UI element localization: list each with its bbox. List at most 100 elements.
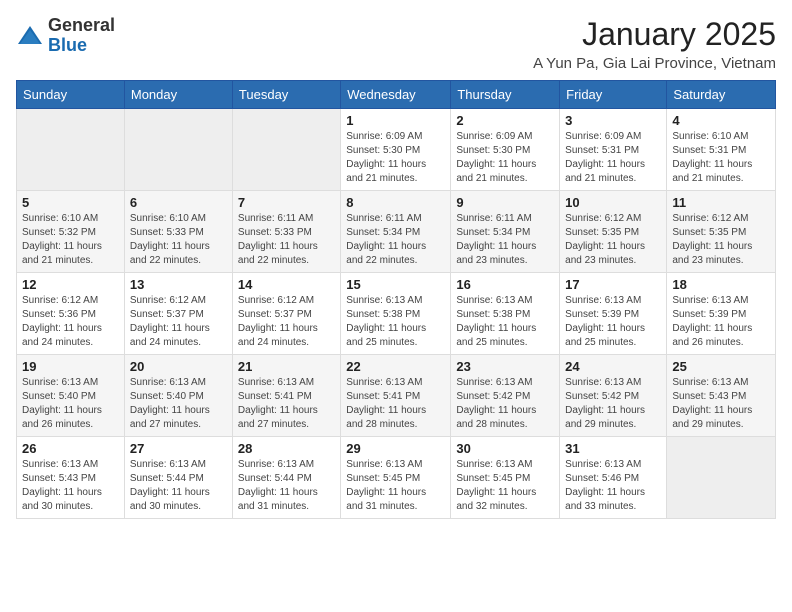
calendar-cell: 28 Sunrise: 6:13 AM Sunset: 5:44 PM Dayli… [232,437,340,519]
calendar-cell: 15 Sunrise: 6:13 AM Sunset: 5:38 PM Dayli… [341,273,451,355]
calendar-cell: 17Sunrise: 6:13 AM Sunset: 5:39 PM Dayli… [560,273,667,355]
logo: General Blue [16,16,115,56]
calendar-cell: 9Sunrise: 6:11 AM Sunset: 5:34 PM Daylig… [451,191,560,273]
day-number: 30 [456,441,554,456]
calendar-cell: 13 Sunrise: 6:12 AM Sunset: 5:37 PM Dayli… [124,273,232,355]
calendar-cell: 7Sunrise: 6:11 AM Sunset: 5:33 PM Daylig… [232,191,340,273]
calendar-cell: 25Sunrise: 6:13 AM Sunset: 5:43 PM Dayli… [667,355,776,437]
calendar-cell: 24Sunrise: 6:13 AM Sunset: 5:42 PM Dayli… [560,355,667,437]
weekday-header-friday: Friday [560,81,667,109]
day-info: Sunrise: 6:13 AM Sunset: 5:39 PM Dayligh… [565,294,661,350]
calendar-cell: 3 Sunrise: 6:09 AM Sunset: 5:31 PM Daylig… [560,109,667,191]
calendar-cell: 30 Sunrise: 6:13 AM Sunset: 5:45 PM Dayli… [451,437,560,519]
calendar-cell: 5 Sunrise: 6:10 AM Sunset: 5:32 PM Daylig… [17,191,125,273]
day-info: Sunrise: 6:13 AM Sunset: 5:41 PM Dayligh… [346,376,445,432]
day-number: 14 [238,277,335,292]
weekday-header-wednesday: Wednesday [341,81,451,109]
day-info: Sunrise: 6:13 AM Sunset: 5:45 PM Dayligh… [456,458,554,514]
weekday-header-monday: Monday [124,81,232,109]
weekday-header-sunday: Sunday [17,81,125,109]
day-info: Sunrise: 6:12 AM Sunset: 5:36 PM Dayligh… [22,294,119,350]
day-info: Sunrise: 6:13 AM Sunset: 5:38 PM Dayligh… [346,294,445,350]
calendar-cell: 23 Sunrise: 6:13 AM Sunset: 5:42 PM Dayli… [451,355,560,437]
logo-icon [16,22,44,50]
calendar-cell: 1 Sunrise: 6:09 AM Sunset: 5:30 PM Daylig… [341,109,451,191]
day-info: Sunrise: 6:11 AM Sunset: 5:34 PM Dayligh… [346,212,445,268]
calendar-cell: 16 Sunrise: 6:13 AM Sunset: 5:38 PM Dayli… [451,273,560,355]
calendar-cell: 12 Sunrise: 6:12 AM Sunset: 5:36 PM Dayli… [17,273,125,355]
logo-text: General Blue [48,16,115,56]
day-info: Sunrise: 6:13 AM Sunset: 5:42 PM Dayligh… [456,376,554,432]
day-number: 20 [130,359,227,374]
calendar-cell [232,109,340,191]
calendar-week-row: 12 Sunrise: 6:12 AM Sunset: 5:36 PM Dayli… [17,273,776,355]
day-number: 5 [22,195,119,210]
day-number: 13 [130,277,227,292]
title-area: January 2025 A Yun Pa, Gia Lai Province,… [533,16,776,72]
calendar-table: SundayMondayTuesdayWednesdayThursdayFrid… [16,80,776,519]
day-info: Sunrise: 6:10 AM Sunset: 5:32 PM Dayligh… [22,212,119,268]
calendar-cell: 11 Sunrise: 6:12 AM Sunset: 5:35 PM Dayli… [667,191,776,273]
day-info: Sunrise: 6:12 AM Sunset: 5:35 PM Dayligh… [672,212,770,268]
page-header: General Blue January 2025 A Yun Pa, Gia … [16,16,776,72]
day-number: 10 [565,195,661,210]
day-number: 19 [22,359,119,374]
day-info: Sunrise: 6:13 AM Sunset: 5:43 PM Dayligh… [672,376,770,432]
calendar-cell [124,109,232,191]
calendar-week-row: 19 Sunrise: 6:13 AM Sunset: 5:40 PM Dayli… [17,355,776,437]
weekday-header-thursday: Thursday [451,81,560,109]
day-info: Sunrise: 6:13 AM Sunset: 5:43 PM Dayligh… [22,458,119,514]
day-number: 9 [456,195,554,210]
day-number: 4 [672,113,770,128]
day-number: 15 [346,277,445,292]
logo-general-label: General [48,16,115,36]
calendar-cell [667,437,776,519]
calendar-cell: 8 Sunrise: 6:11 AM Sunset: 5:34 PM Daylig… [341,191,451,273]
calendar-cell: 21 Sunrise: 6:13 AM Sunset: 5:41 PM Dayli… [232,355,340,437]
day-info: Sunrise: 6:13 AM Sunset: 5:40 PM Dayligh… [22,376,119,432]
weekday-header-tuesday: Tuesday [232,81,340,109]
calendar-cell: 4 Sunrise: 6:10 AM Sunset: 5:31 PM Daylig… [667,109,776,191]
weekday-header-saturday: Saturday [667,81,776,109]
day-info: Sunrise: 6:13 AM Sunset: 5:39 PM Dayligh… [672,294,770,350]
day-number: 21 [238,359,335,374]
day-number: 2 [456,113,554,128]
day-info: Sunrise: 6:12 AM Sunset: 5:37 PM Dayligh… [238,294,335,350]
calendar-cell: 2 Sunrise: 6:09 AM Sunset: 5:30 PM Daylig… [451,109,560,191]
day-number: 8 [346,195,445,210]
day-info: Sunrise: 6:13 AM Sunset: 5:44 PM Dayligh… [238,458,335,514]
calendar-cell: 26 Sunrise: 6:13 AM Sunset: 5:43 PM Dayli… [17,437,125,519]
day-info: Sunrise: 6:11 AM Sunset: 5:33 PM Dayligh… [238,212,335,268]
day-info: Sunrise: 6:12 AM Sunset: 5:37 PM Dayligh… [130,294,227,350]
calendar-week-row: 5 Sunrise: 6:10 AM Sunset: 5:32 PM Daylig… [17,191,776,273]
day-number: 12 [22,277,119,292]
calendar-cell [17,109,125,191]
calendar-cell: 27Sunrise: 6:13 AM Sunset: 5:44 PM Dayli… [124,437,232,519]
calendar-cell: 29Sunrise: 6:13 AM Sunset: 5:45 PM Dayli… [341,437,451,519]
day-info: Sunrise: 6:09 AM Sunset: 5:30 PM Dayligh… [346,130,445,186]
day-number: 6 [130,195,227,210]
day-number: 26 [22,441,119,456]
weekday-header-row: SundayMondayTuesdayWednesdayThursdayFrid… [17,81,776,109]
day-info: Sunrise: 6:13 AM Sunset: 5:46 PM Dayligh… [565,458,661,514]
day-info: Sunrise: 6:13 AM Sunset: 5:38 PM Dayligh… [456,294,554,350]
day-info: Sunrise: 6:09 AM Sunset: 5:30 PM Dayligh… [456,130,554,186]
day-number: 23 [456,359,554,374]
calendar-cell: 10Sunrise: 6:12 AM Sunset: 5:35 PM Dayli… [560,191,667,273]
day-number: 11 [672,195,770,210]
calendar-cell: 22 Sunrise: 6:13 AM Sunset: 5:41 PM Dayli… [341,355,451,437]
day-number: 1 [346,113,445,128]
day-number: 22 [346,359,445,374]
day-number: 28 [238,441,335,456]
day-number: 16 [456,277,554,292]
calendar-cell: 31 Sunrise: 6:13 AM Sunset: 5:46 PM Dayli… [560,437,667,519]
day-info: Sunrise: 6:09 AM Sunset: 5:31 PM Dayligh… [565,130,661,186]
day-number: 3 [565,113,661,128]
day-info: Sunrise: 6:10 AM Sunset: 5:31 PM Dayligh… [672,130,770,186]
month-title: January 2025 [533,16,776,53]
day-info: Sunrise: 6:13 AM Sunset: 5:41 PM Dayligh… [238,376,335,432]
calendar-cell: 18Sunrise: 6:13 AM Sunset: 5:39 PM Dayli… [667,273,776,355]
day-number: 27 [130,441,227,456]
day-number: 31 [565,441,661,456]
calendar-week-row: 1 Sunrise: 6:09 AM Sunset: 5:30 PM Daylig… [17,109,776,191]
